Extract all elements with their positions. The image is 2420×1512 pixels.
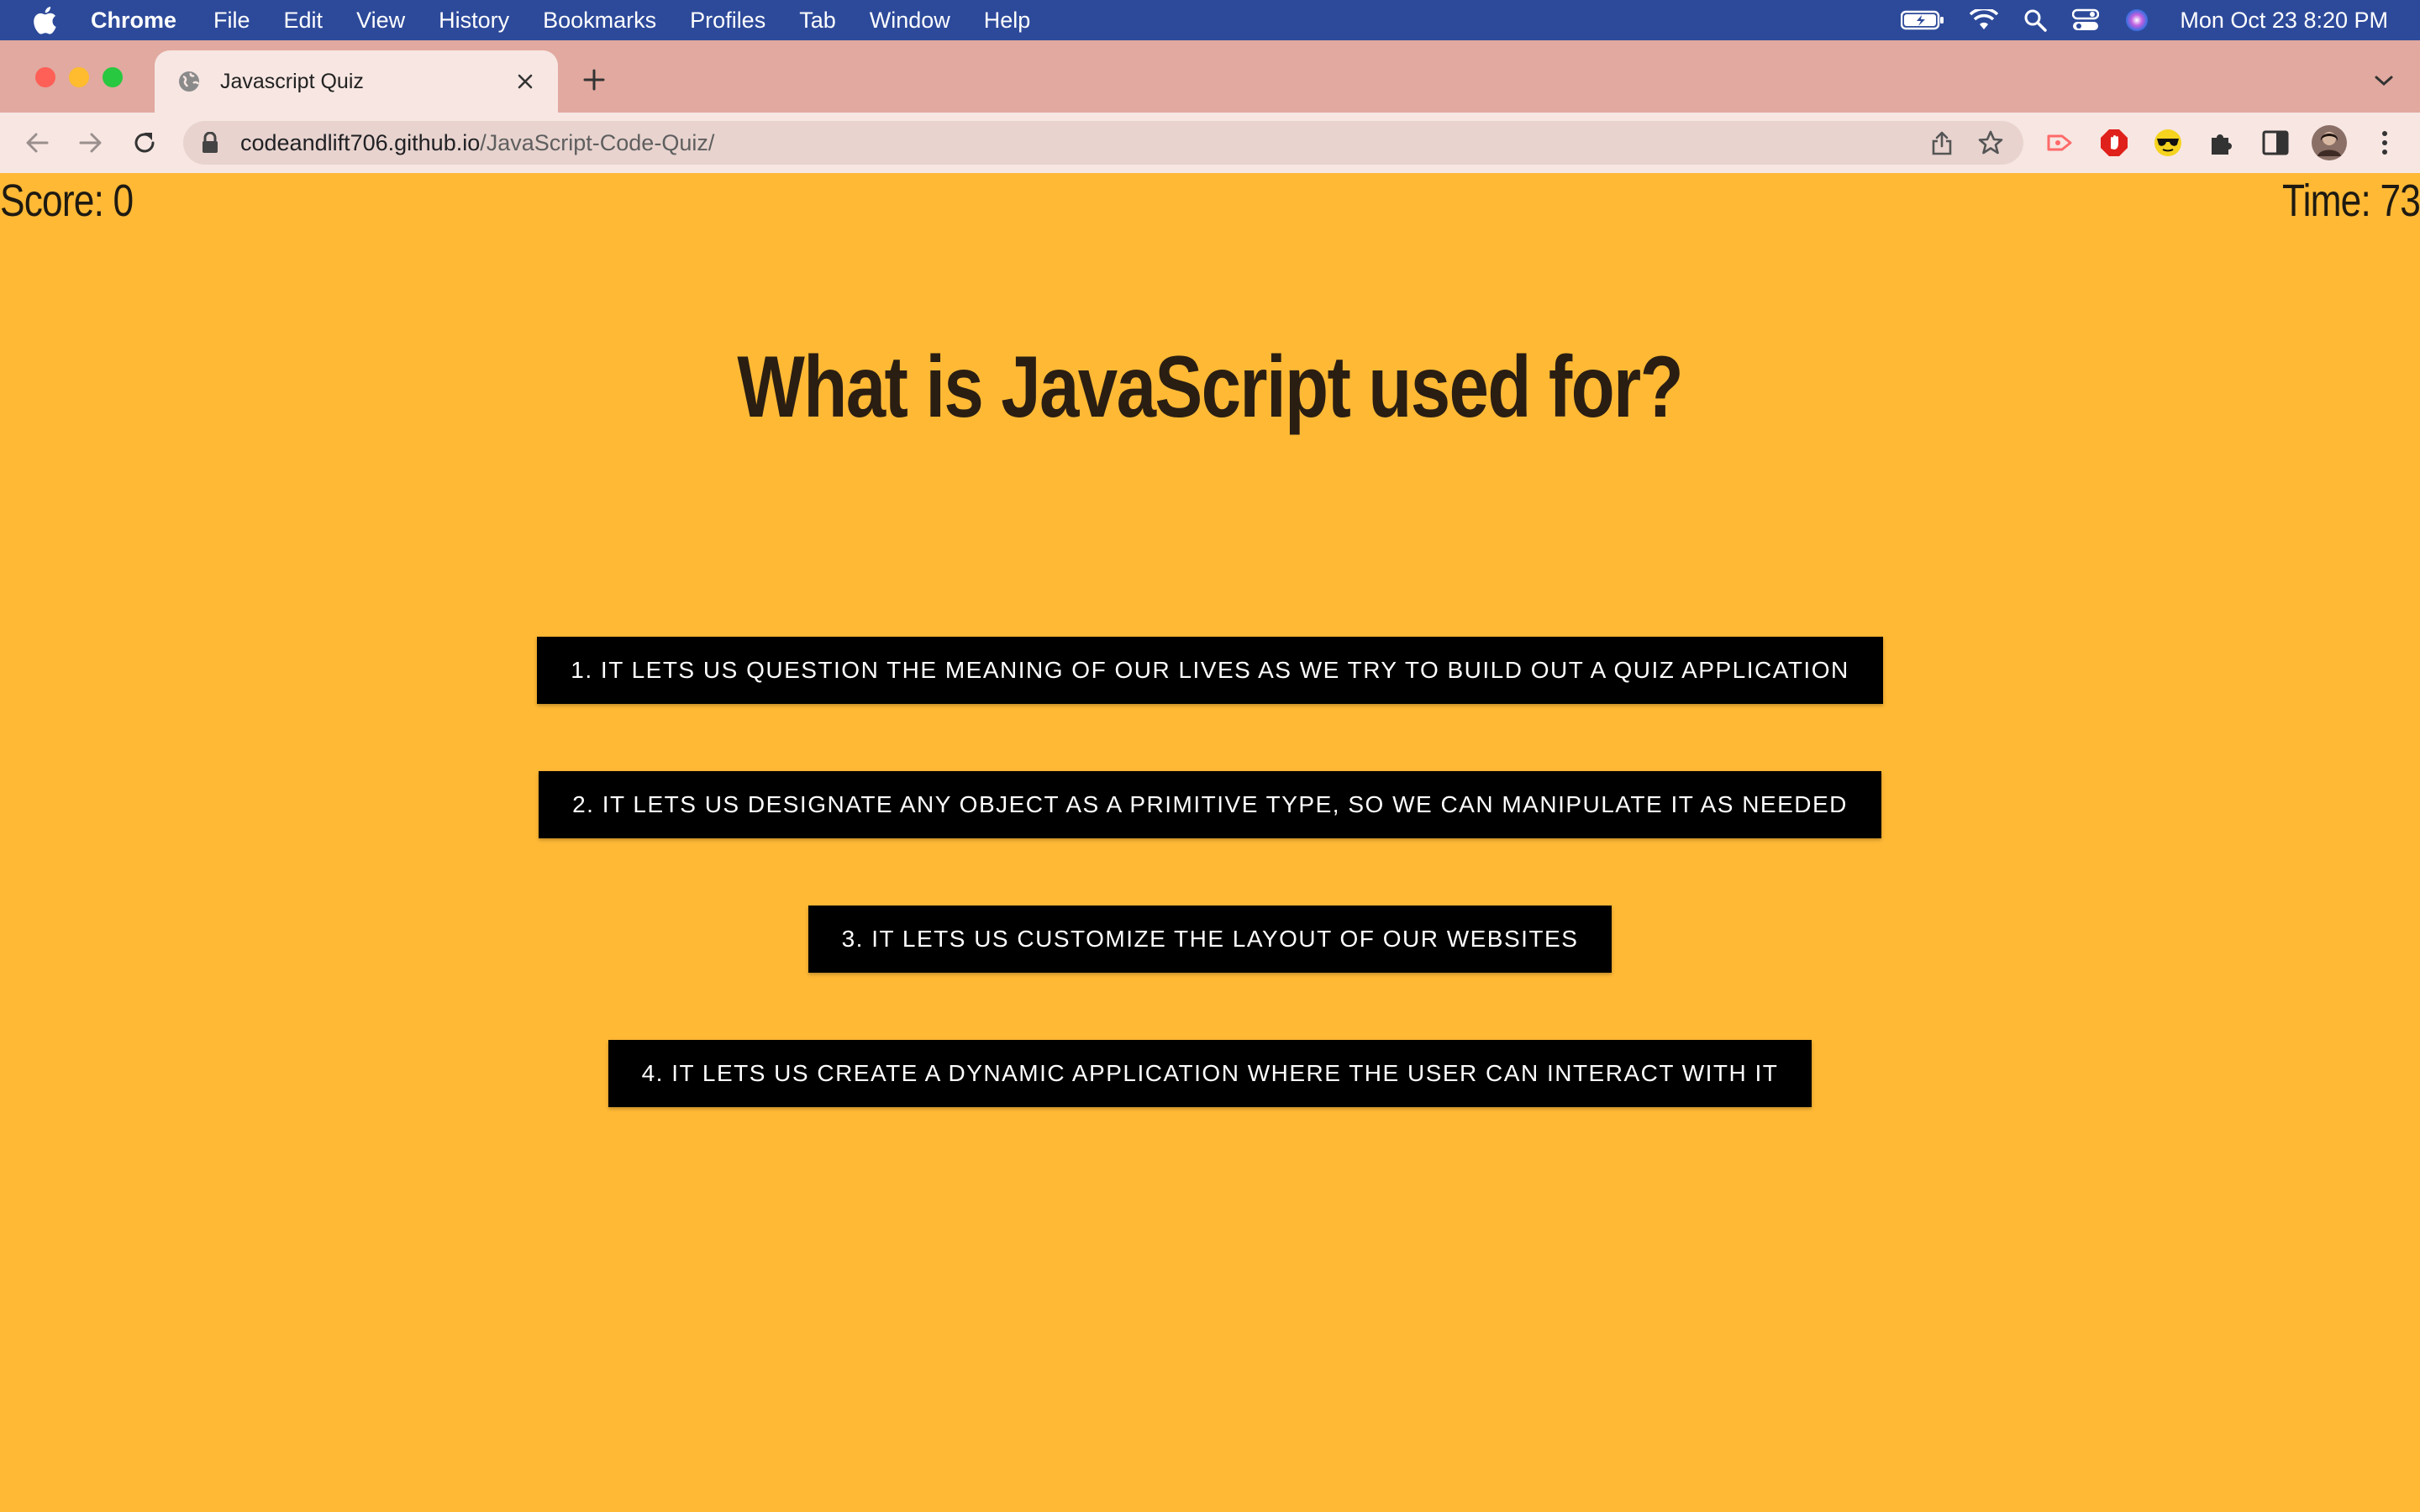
menu-profiles[interactable]: Profiles: [690, 8, 765, 34]
quiz-page: Score: 0 Time: 73 What is JavaScript use…: [0, 173, 2420, 1512]
browser-tab-active[interactable]: Javascript Quiz: [155, 50, 558, 113]
share-icon[interactable]: [1931, 130, 1953, 155]
menu-help[interactable]: Help: [984, 8, 1031, 34]
close-tab-icon[interactable]: [513, 69, 538, 94]
battery-icon[interactable]: [1901, 9, 1944, 31]
url-text[interactable]: codeandlift706.github.io/JavaScript-Code…: [240, 130, 714, 156]
lock-icon[interactable]: [202, 131, 222, 155]
side-panel-icon[interactable]: [2259, 126, 2292, 160]
menu-history[interactable]: History: [439, 8, 509, 34]
address-bar-actions: [1906, 121, 2003, 165]
menu-tab[interactable]: Tab: [799, 8, 836, 34]
forward-arrow-icon[interactable]: [76, 128, 106, 158]
menu-file[interactable]: File: [213, 8, 250, 34]
puzzle-extensions-icon[interactable]: [2205, 126, 2238, 160]
answer-button-3[interactable]: 3. It lets us customize the layout of ou…: [808, 906, 1612, 973]
score-display: Score: 0: [0, 176, 134, 226]
menu-app-chrome[interactable]: Chrome: [91, 8, 176, 34]
bookmark-star-icon[interactable]: [1978, 130, 2003, 155]
screencast-extension-icon[interactable]: [2044, 126, 2077, 160]
macos-menu-bar: Chrome File Edit View History Bookmarks …: [0, 0, 2420, 40]
menu-window[interactable]: Window: [870, 8, 950, 34]
window-zoom-button[interactable]: [103, 67, 123, 87]
adblock-extension-icon[interactable]: [2097, 126, 2131, 160]
reload-icon[interactable]: [129, 128, 160, 158]
menubar-clock[interactable]: Mon Oct 23 8:20 PM: [2180, 8, 2388, 34]
question-text: What is JavaScript used for?: [737, 339, 1684, 436]
question-heading: What is JavaScript used for?: [0, 338, 2420, 438]
apple-icon[interactable]: [30, 6, 59, 34]
window-close-button[interactable]: [35, 67, 55, 87]
url-path: /JavaScript-Code-Quiz/: [480, 129, 715, 155]
menubar-status-area: Mon Oct 23 8:20 PM: [1876, 0, 2388, 40]
menu-bookmarks[interactable]: Bookmarks: [543, 8, 656, 34]
profile-avatar[interactable]: [2311, 125, 2348, 160]
timer-display: Time: 73: [2281, 176, 2420, 226]
menu-view[interactable]: View: [356, 8, 405, 34]
answer-button-4[interactable]: 4. It lets us create a dynamic applicati…: [608, 1040, 1812, 1107]
browser-tab-strip: Javascript Quiz: [0, 40, 2420, 113]
tab-search-chevron-icon[interactable]: [2371, 72, 2396, 89]
address-bar[interactable]: codeandlift706.github.io/JavaScript-Code…: [183, 121, 2023, 165]
answer-list: 1. It lets us question the meaning of ou…: [0, 637, 2420, 1174]
answer-button-1[interactable]: 1. It lets us question the meaning of ou…: [537, 637, 1883, 704]
new-tab-plus-icon[interactable]: [580, 66, 608, 94]
chrome-menu-kebab-icon[interactable]: [2368, 126, 2402, 160]
back-arrow-icon[interactable]: [22, 128, 52, 158]
siri-icon[interactable]: [2124, 8, 2149, 33]
menu-edit[interactable]: Edit: [284, 8, 324, 34]
wifi-icon[interactable]: [1970, 9, 1999, 31]
tab-title: Javascript Quiz: [220, 69, 364, 93]
control-center-icon[interactable]: [2072, 8, 2100, 32]
url-host: codeandlift706.github.io: [240, 129, 481, 155]
window-minimize-button[interactable]: [69, 67, 89, 87]
sunglasses-extension-icon[interactable]: [2151, 126, 2185, 160]
globe-icon: [176, 69, 202, 94]
answer-button-2[interactable]: 2. It lets us designate any object as a …: [539, 771, 1881, 838]
spotlight-search-icon[interactable]: [2023, 8, 2048, 32]
